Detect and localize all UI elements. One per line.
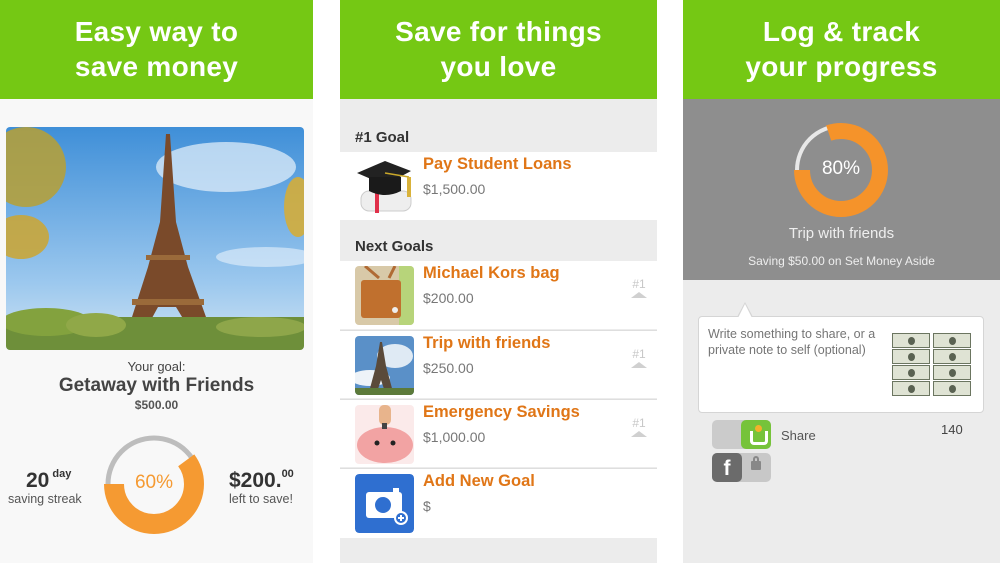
amount-left: $200.00	[229, 468, 294, 493]
promo-header-line-2: your progress	[745, 51, 938, 82]
goal-title: Michael Kors bag	[423, 264, 560, 282]
note-box[interactable]	[698, 316, 984, 413]
amount-left-dollars: $200.	[229, 469, 282, 492]
promo-header-line-2: save money	[74, 51, 239, 82]
handbag-thumbnail	[355, 266, 414, 325]
facebook-icon: f	[712, 453, 742, 482]
money-stack-image	[892, 333, 972, 397]
rank-label: #1	[632, 277, 646, 291]
goal-amount: $500.00	[134, 398, 179, 412]
goal-row[interactable]: Michael Kors bag $200.00 #1	[340, 261, 657, 329]
promo-header: Easy way to save money	[0, 0, 313, 99]
screen-easy-way-to-save: Easy way to save money Your goal: Getawa…	[0, 0, 313, 563]
share-toggle[interactable]	[712, 420, 771, 449]
promo-header: Log & track your progress	[683, 0, 1000, 99]
goal-row[interactable]: Trip with friends $250.00 #1	[340, 330, 657, 398]
promo-header-line-2: you love	[440, 51, 557, 82]
goal-title: Add New Goal	[423, 472, 535, 490]
streak-number: 20	[26, 469, 50, 492]
promo-header-line-1: Log & track	[762, 16, 921, 47]
goal-title: Pay Student Loans	[423, 155, 572, 173]
screen-log-progress: Log & track your progress 80% Trip with …	[683, 0, 1000, 563]
facebook-share-toggle[interactable]: f	[712, 453, 771, 482]
goal-amount: $1,500.00	[423, 181, 486, 197]
move-up-arrow-icon	[631, 362, 647, 368]
goal-title: Trip with friends	[423, 334, 551, 352]
goal-title: Emergency Savings	[423, 403, 580, 421]
add-photo-icon[interactable]	[355, 474, 414, 533]
character-count: 140	[941, 422, 963, 437]
goal-amount: $	[423, 498, 431, 514]
move-to-top-button[interactable]: #1	[629, 348, 649, 368]
piggy-bank-thumbnail	[355, 405, 414, 464]
streak-label: saving streak	[8, 492, 82, 506]
promo-header-line-1: Easy way to	[74, 16, 239, 47]
goal-row[interactable]: Emergency Savings $1,000.00 #1	[340, 399, 657, 467]
screen-goals-list: Save for things you love #1 Goal Pay Stu…	[340, 0, 657, 563]
move-to-top-button[interactable]: #1	[629, 278, 649, 298]
goal-row-top[interactable]: Pay Student Loans $1,500.00	[340, 152, 657, 220]
note-input[interactable]	[708, 327, 888, 389]
amount-left-cents: 00	[281, 468, 294, 480]
your-goal-label: Your goal:	[127, 359, 186, 374]
promo-header-line-1: Save for things	[395, 16, 602, 47]
progress-percent: 60%	[134, 472, 174, 493]
add-new-goal-button[interactable]: Add New Goal $	[340, 468, 657, 538]
app-share-icon	[741, 420, 771, 449]
note-pointer-fill	[738, 304, 752, 318]
eiffel-tower-thumbnail	[355, 336, 414, 395]
goal-amount: $200.00	[423, 290, 474, 306]
rank-label: #1	[632, 416, 646, 430]
move-to-top-button[interactable]: #1	[629, 417, 649, 437]
goal-amount: $250.00	[423, 360, 474, 376]
goal-name: Trip with friends	[788, 225, 895, 242]
move-up-arrow-icon	[631, 431, 647, 437]
saving-description: Saving $50.00 on Set Money Aside	[748, 254, 935, 268]
amount-left-label: left to save!	[229, 492, 293, 506]
move-up-arrow-icon	[631, 292, 647, 298]
promo-header: Save for things you love	[340, 0, 657, 99]
graduation-cap-thumbnail	[355, 157, 414, 216]
goal-amount: $1,000.00	[423, 429, 486, 445]
streak-unit: day	[52, 468, 72, 480]
progress-percent: 80%	[821, 158, 861, 179]
rank-label: #1	[632, 347, 646, 361]
goal-name: Getaway with Friends	[58, 375, 255, 396]
section-next-goals: Next Goals	[355, 238, 434, 255]
lock-icon	[751, 456, 761, 470]
goal-photo-eiffel-tower[interactable]	[6, 127, 304, 350]
streak-count: 20 day	[26, 468, 72, 493]
share-label: Share	[781, 428, 816, 443]
section-top-goal: #1 Goal	[355, 129, 410, 146]
